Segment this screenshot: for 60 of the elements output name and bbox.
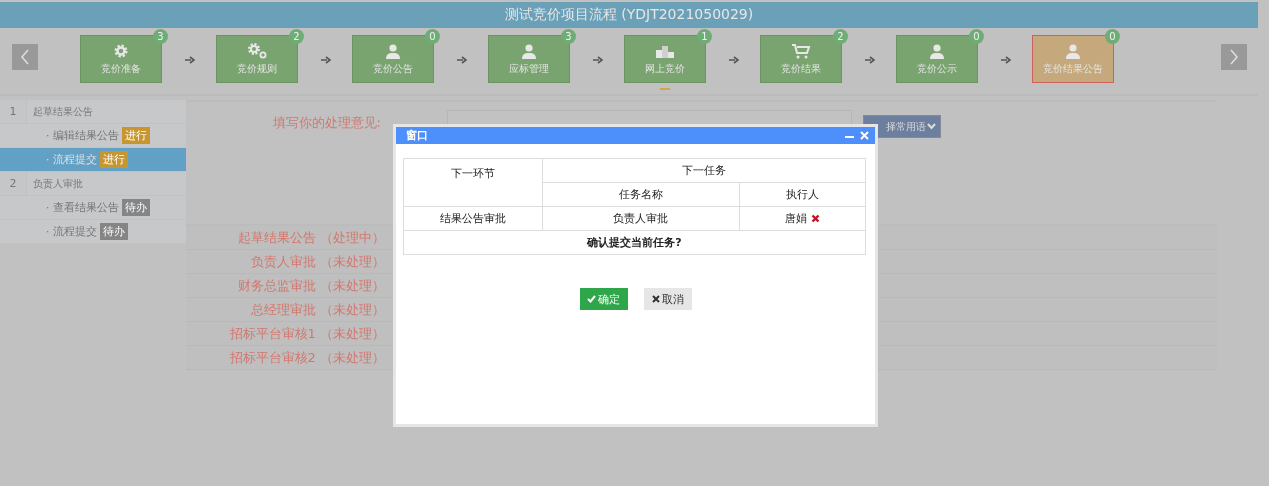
arrow-right-icon	[729, 56, 739, 64]
close-icon[interactable]	[860, 131, 869, 140]
flow-step: 招标平台审核2 （未处理）	[186, 348, 385, 367]
chevron-down-icon	[927, 123, 936, 130]
table-header: 下一环节	[403, 158, 543, 207]
count-badge: 2	[833, 29, 848, 44]
status-badge: 进行	[121, 127, 150, 144]
count-badge: 0	[1105, 29, 1120, 44]
count-badge: 1	[697, 29, 712, 44]
table-cell: 负责人审批	[542, 206, 740, 231]
gears-icon	[246, 42, 268, 59]
confirm-button[interactable]: 确定	[579, 288, 628, 310]
confirm-message: 确认提交当前任务?	[403, 230, 866, 255]
person-icon	[929, 42, 945, 59]
sidebar-item[interactable]: · 编辑结果公告 进行	[0, 124, 186, 148]
flow-step: 负责人审批 （未处理）	[186, 252, 385, 271]
table-cell: 结果公告审批	[403, 206, 543, 231]
table-header: 下一任务	[542, 158, 866, 183]
person-icon	[385, 42, 401, 59]
status-badge: 待办	[121, 199, 150, 216]
status-badge: 待办	[99, 223, 128, 240]
arrow-right-icon	[1001, 56, 1011, 64]
cart-icon	[791, 42, 811, 59]
status-badge: 进行	[99, 151, 128, 168]
sidebar-group: 起草结果公告	[33, 104, 93, 119]
gear-icon	[113, 42, 129, 59]
sidebar-group: 负责人审批	[33, 176, 83, 191]
arrow-right-icon	[321, 56, 331, 64]
person-icon	[1065, 42, 1081, 59]
count-badge: 2	[289, 29, 304, 44]
count-badge: 0	[969, 29, 984, 44]
sidebar-item[interactable]: · 流程提交 进行	[0, 148, 186, 172]
previous-button[interactable]	[12, 44, 38, 70]
table-header: 任务名称	[542, 182, 740, 207]
sidebar-item[interactable]: · 流程提交 待办	[0, 220, 186, 244]
flow-step: 招标平台审核1 （未处理）	[186, 324, 385, 343]
arrow-right-icon	[593, 56, 603, 64]
count-badge: 3	[153, 29, 168, 44]
remove-icon[interactable]	[810, 214, 820, 223]
flow-step: 财务总监审批 （未处理）	[186, 276, 385, 295]
count-badge: 0	[425, 29, 440, 44]
opinion-label: 填写你的处理意见:	[271, 114, 381, 132]
close-icon	[651, 295, 660, 303]
sidebar-item[interactable]: · 查看结果公告 待办	[0, 196, 186, 220]
arrow-right-icon	[865, 56, 875, 64]
flow-step: 起草结果公告 （处理中）	[186, 228, 385, 247]
next-button[interactable]	[1221, 44, 1247, 70]
page-title: 测试竞价项目流程 (YDJT2021050029)	[504, 6, 754, 24]
cancel-button[interactable]: 取消	[643, 288, 692, 310]
dialog-title: 窗口	[406, 128, 428, 143]
count-badge: 3	[561, 29, 576, 44]
chevron-left-icon	[20, 49, 30, 65]
arrow-right-icon	[457, 56, 467, 64]
check-icon	[587, 295, 596, 303]
person-icon	[521, 42, 537, 59]
table-cell: 唐娟	[784, 211, 807, 226]
chevron-right-icon	[1229, 49, 1239, 65]
arrow-right-icon	[185, 56, 195, 64]
flow-step: 总经理审批 （未处理）	[186, 300, 385, 319]
table-header: 执行人	[739, 182, 866, 207]
